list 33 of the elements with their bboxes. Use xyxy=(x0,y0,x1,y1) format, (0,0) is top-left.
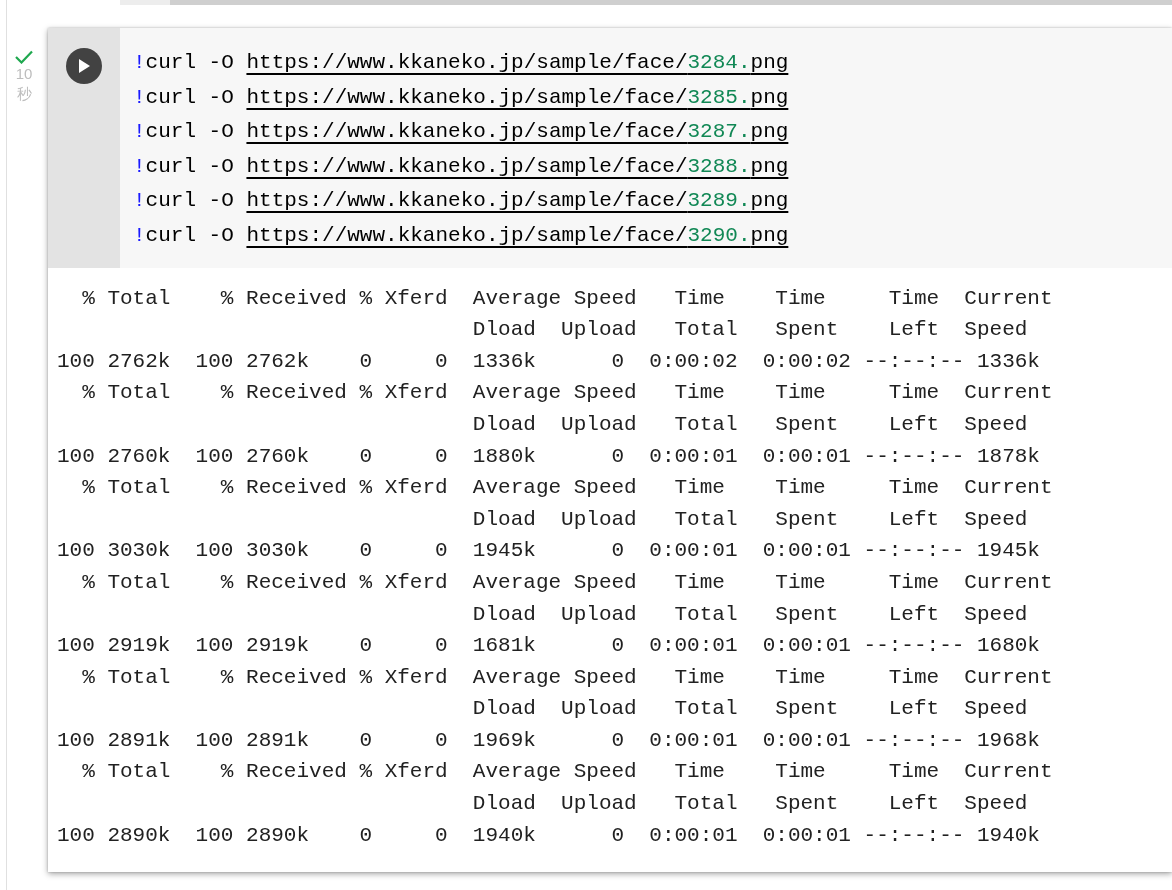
code-line: !curl -O https://www.kkaneko.jp/sample/face/3284.png xyxy=(133,50,789,76)
output-line: % Total % Received % Xferd Average Speed Time Time Time Current xyxy=(81,475,1054,502)
code-line: !curl -O https://www.kkaneko.jp/sample/face/3287.png xyxy=(133,119,789,146)
output-line: 100 2919k 100 2919k 0 0 1681k 0 0:00:01 0:00:01 --:--:-- 1680k xyxy=(57,633,1041,660)
code-line: !curl -O https://www.kkaneko.jp/sample/face/3290.png xyxy=(133,222,789,249)
output-line: 100 2762k 100 2762k 0 0 1336k 0 0:00:02 0:00:02 --:--:-- 1336k xyxy=(57,348,1041,375)
output-line: Dload Upload Total Spent Left Speed xyxy=(471,317,1029,344)
output-line: % Total % Received % Xferd Average Speed Time Time Time Current xyxy=(81,380,1054,407)
code-line: !curl -O https://www.kkaneko.jp/sample/face/3285.png xyxy=(133,84,789,111)
play-icon xyxy=(78,59,90,73)
code-line: !curl -O https://www.kkaneko.jp/sample/face/3289.png xyxy=(133,188,789,215)
output-line: 100 2760k 100 2760k 0 0 1880k 0 0:00:01 0:00:01 --:--:-- 1878k xyxy=(57,443,1041,470)
url-link[interactable]: https://www.kkaneko.jp/sample/face/3290.png xyxy=(246,223,789,247)
output-line: Dload Upload Total Spent Left Speed xyxy=(471,411,1029,438)
url-link[interactable]: https://www.kkaneko.jp/sample/face/3287.png xyxy=(246,120,789,144)
output-line: Dload Upload Total Spent Left Speed xyxy=(471,696,1029,723)
url-link[interactable]: https://www.kkaneko.jp/sample/face/3285.png xyxy=(246,85,789,109)
output-line: % Total % Received % Xferd Average Speed Time Time Time Current xyxy=(81,664,1054,691)
output-line: % Total % Received % Xferd Average Speed Time Time Time Current xyxy=(81,569,1054,596)
url-link[interactable]: https://www.kkaneko.jp/sample/face/3288.png xyxy=(246,154,789,178)
code-line: !curl -O https://www.kkaneko.jp/sample/face/3288.png xyxy=(133,153,789,180)
output-line: % Total % Received % Xferd Average Speed Time Time Time Current xyxy=(81,759,1054,786)
output-line: Dload Upload Total Spent Left Speed xyxy=(471,601,1029,628)
output-line: 100 2891k 100 2891k 0 0 1969k 0 0:00:01 0:00:01 --:--:-- 1968k xyxy=(57,727,1041,754)
url-link[interactable]: https://www.kkaneko.jp/sample/face/3284.png xyxy=(246,51,789,74)
output-line: Dload Upload Total Spent Left Speed xyxy=(471,791,1029,818)
url-link[interactable]: https://www.kkaneko.jp/sample/face/3289.png xyxy=(246,189,789,213)
execution-time: 10秒 xyxy=(14,64,34,104)
output-line: 100 3030k 100 3030k 0 0 1945k 0 0:00:01 0:00:01 --:--:-- 1945k xyxy=(57,538,1041,565)
output-line: % Total % Received % Xferd Average Speed Time Time Time Current xyxy=(81,285,1054,312)
output-line: Dload Upload Total Spent Left Speed xyxy=(471,506,1029,533)
output-line: 100 2890k 100 2890k 0 0 1940k 0 0:00:01 0:00:01 --:--:-- 1940k xyxy=(57,822,1041,849)
run-button[interactable] xyxy=(66,48,102,84)
